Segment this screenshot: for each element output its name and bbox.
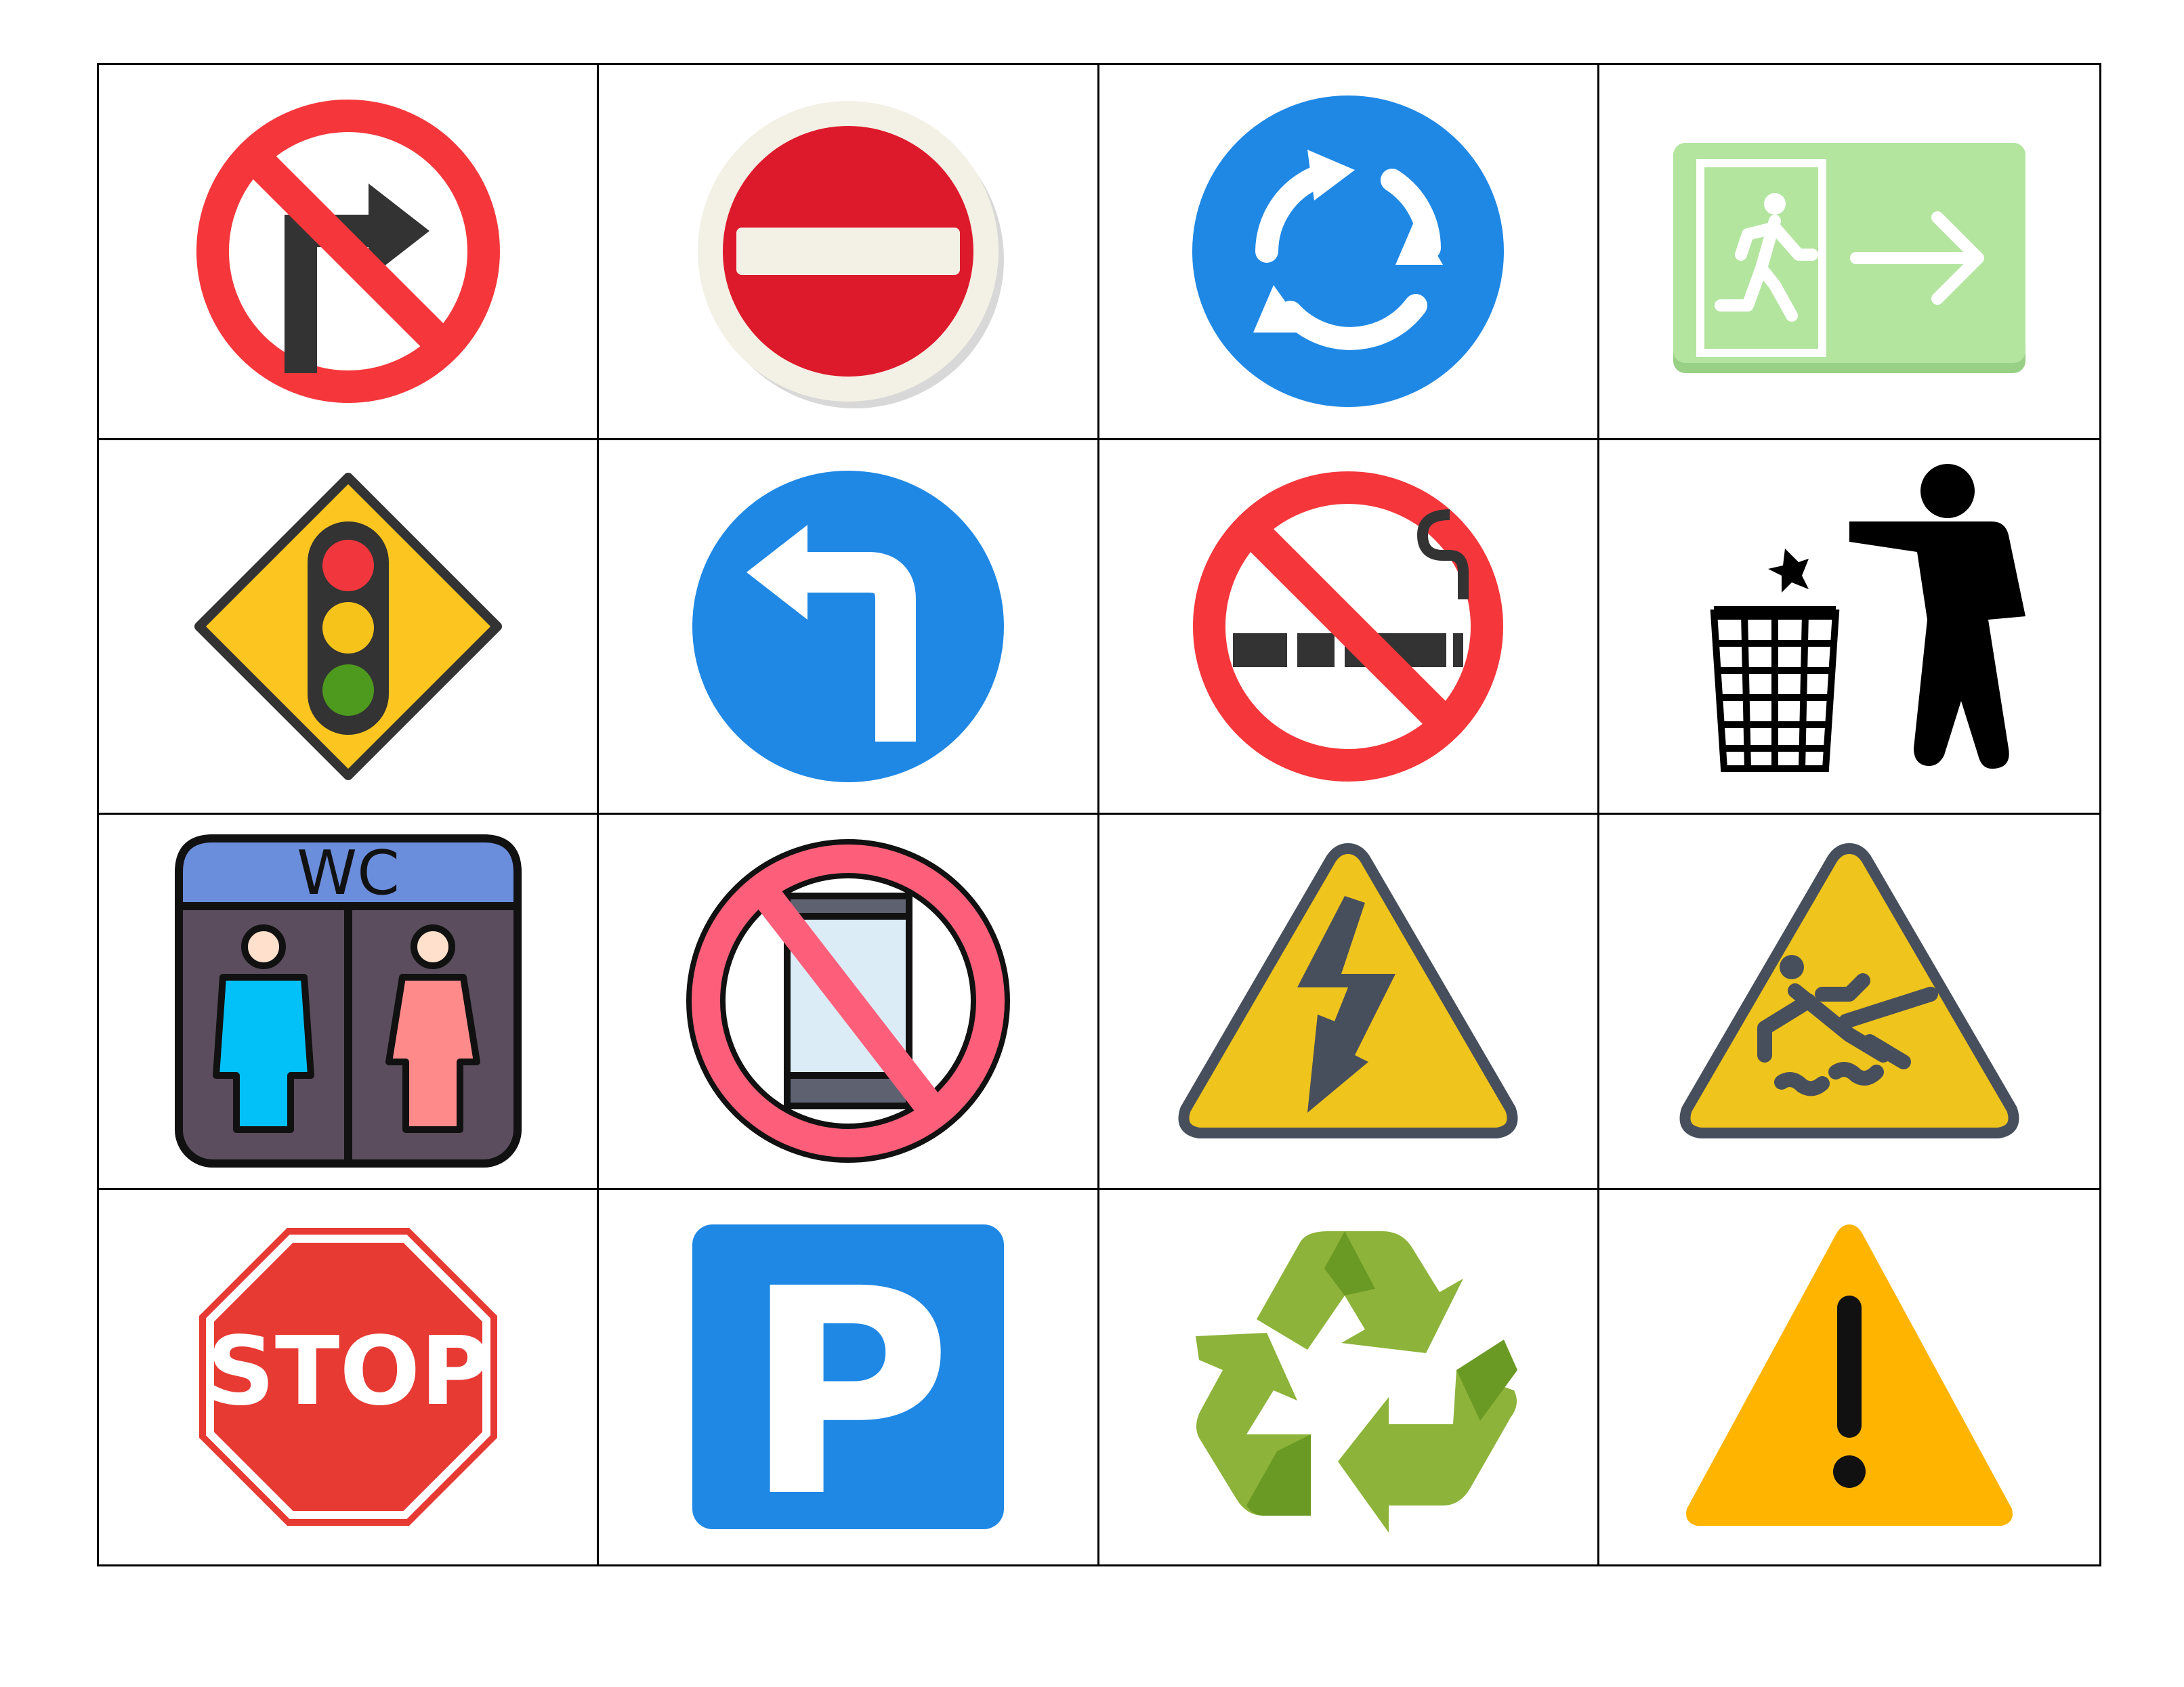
cell-emergency-exit — [1599, 65, 2099, 440]
parking-icon: P — [692, 1224, 1004, 1546]
stop-label: STOP — [207, 1317, 490, 1427]
wet-floor-icon — [1679, 843, 2019, 1139]
cell-no-entry — [599, 65, 1099, 440]
cell-recycling — [1099, 1189, 1599, 1564]
high-voltage-icon — [1178, 843, 1518, 1139]
no-entry-icon — [697, 101, 1004, 409]
no-right-turn-icon — [196, 100, 500, 404]
traffic-light-ahead-icon — [194, 472, 502, 780]
cell-wet-floor — [1599, 815, 2099, 1190]
wc-label: WC — [297, 838, 400, 909]
cell-traffic-light-ahead — [99, 440, 600, 815]
parking-label: P — [744, 1229, 952, 1546]
signs-grid: WC STOP P — [97, 63, 2101, 1566]
cell-wc: WC — [99, 815, 600, 1190]
cell-no-smoking — [1099, 440, 1599, 815]
warning-exclamation-icon — [1685, 1224, 2013, 1526]
cell-roundabout — [1099, 65, 1599, 440]
roundabout-icon — [1192, 95, 1505, 408]
litter-bin-icon — [1710, 463, 2025, 772]
cell-parking: P — [599, 1189, 1099, 1564]
no-smoking-icon — [1193, 471, 1504, 782]
emergency-exit-icon — [1673, 143, 2025, 374]
cell-stop: STOP — [99, 1189, 600, 1564]
cell-high-voltage — [1099, 815, 1599, 1190]
cell-turn-left — [599, 440, 1099, 815]
cell-warning — [1599, 1190, 2099, 1565]
no-mobile-phone-icon — [686, 839, 1010, 1163]
recycling-icon — [1196, 1231, 1518, 1533]
turn-left-icon — [692, 470, 1004, 782]
cell-litter-bin — [1599, 440, 2099, 815]
cell-no-mobile-phone — [599, 815, 1099, 1190]
cell-no-right-turn — [99, 65, 600, 440]
stop-sign-icon: STOP — [198, 1228, 497, 1526]
wc-restroom-icon: WC — [174, 834, 522, 1168]
